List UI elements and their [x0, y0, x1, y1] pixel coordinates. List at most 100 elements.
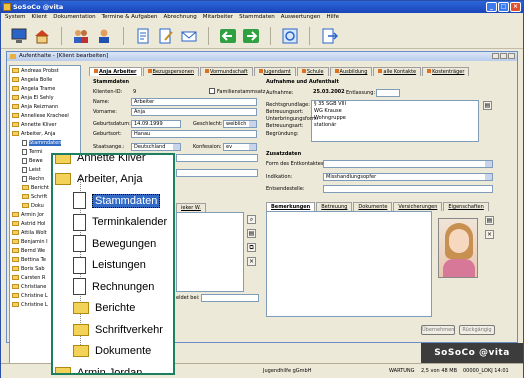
tree-item[interactable]: Stammdaten: [10, 138, 80, 147]
tab-betreuung[interactable]: Betreuung: [316, 202, 353, 211]
back-arrow-icon[interactable]: [218, 26, 238, 46]
familienstammsatz-label: Familienstammsatz: [217, 89, 266, 95]
menu-klient[interactable]: Klient: [32, 14, 48, 22]
tree-item[interactable]: Anja Reizmann: [10, 102, 80, 111]
child-maximize-button[interactable]: [500, 53, 507, 59]
tree-item-label: Astrid Hol: [21, 220, 46, 227]
tab-bemerkungen[interactable]: Bemerkungen: [266, 202, 316, 211]
menu-termine[interactable]: Termine & Aufgaben: [102, 14, 158, 22]
tab-dokumente[interactable]: Dokumente: [353, 202, 393, 211]
tab-kostentraeger[interactable]: Kostenträger: [422, 67, 470, 76]
geschlecht-select[interactable]: weiblich: [223, 120, 257, 128]
extra-field-2[interactable]: [176, 169, 258, 177]
geburtsort-field[interactable]: Hanau: [131, 130, 257, 138]
uebernehmen-button[interactable]: Übernehmen: [421, 325, 455, 335]
tree-item-label: Arbeiter, Anja: [21, 130, 56, 137]
tree-item[interactable]: Anneliese Kracheel: [10, 111, 80, 120]
konfession-select[interactable]: ev: [223, 143, 257, 151]
menu-abrechnung[interactable]: Abrechnung: [164, 14, 197, 22]
menu-system[interactable]: System: [5, 14, 26, 22]
extra-field-1[interactable]: [176, 154, 258, 162]
vorname-field[interactable]: Anja: [131, 108, 257, 116]
search-icon[interactable]: ⌕: [247, 215, 256, 224]
delete-icon[interactable]: ×: [247, 257, 256, 266]
edit-icon[interactable]: [156, 26, 176, 46]
minimize-button[interactable]: _: [486, 2, 497, 12]
zoom-tree-item[interactable]: Annette Kliver: [53, 155, 173, 169]
tab-ausbildung[interactable]: Ausbildung: [329, 67, 373, 76]
child-minimize-button[interactable]: [492, 53, 499, 59]
gemeldet-field[interactable]: [201, 294, 259, 302]
rechtsgrundlage-label: Rechtsgrundlage:: [266, 102, 310, 108]
tree-item-label: Christine L: [21, 301, 48, 308]
zoom-tree-item[interactable]: Dokumente: [53, 341, 173, 363]
zoom-tree-item[interactable]: Armin Jordan: [53, 362, 173, 373]
zoom-tree-item[interactable]: Bewegungen: [53, 233, 173, 255]
maximize-button[interactable]: □: [498, 2, 509, 12]
staff-icon[interactable]: [94, 26, 114, 46]
menu-hilfe[interactable]: Hilfe: [326, 14, 339, 22]
entlassung-field[interactable]: [376, 89, 400, 97]
tree-item[interactable]: Arbeiter, Anja: [10, 129, 80, 138]
tab-lower-left[interactable]: ieker W.: [176, 203, 206, 212]
bemerkungen-textarea[interactable]: [266, 211, 432, 317]
document-icon[interactable]: [133, 26, 153, 46]
menu-auswertungen[interactable]: Auswertungen: [281, 14, 321, 22]
document-icon: [73, 235, 86, 253]
name-field[interactable]: Arbeiter: [131, 98, 257, 106]
tab-alle-kontakte[interactable]: alle Kontakte: [373, 67, 422, 76]
geburtsdatum-field[interactable]: 14.09.1999: [131, 120, 181, 128]
entlass-form-select[interactable]: [323, 160, 493, 168]
indikation-select[interactable]: Misshandlungsopfer: [323, 173, 493, 181]
tree-item[interactable]: Angela Bolle: [10, 75, 80, 84]
tab-anja-arbeiter[interactable]: Anja Arbeiter: [89, 67, 142, 76]
child-close-button[interactable]: [508, 53, 515, 59]
monitor-icon[interactable]: [9, 26, 29, 46]
zoom-tree-item-label: Rechnungen: [92, 280, 155, 293]
document-small-icon[interactable]: ▤: [247, 229, 256, 238]
entlassung-label: Entlassung:: [346, 90, 376, 96]
mail-icon[interactable]: [179, 26, 199, 46]
close-button[interactable]: ×: [510, 2, 521, 12]
forward-arrow-icon[interactable]: [241, 26, 261, 46]
zoom-tree-item[interactable]: Berichte: [53, 298, 173, 320]
tab-vormundschaft[interactable]: Vormundschaft: [200, 67, 253, 76]
users-icon[interactable]: [71, 26, 91, 46]
menu-stammdaten[interactable]: Stammdaten: [239, 14, 275, 22]
zoom-tree-item-label: Dokumente: [95, 345, 152, 358]
home-icon[interactable]: [32, 26, 52, 46]
tree-item-label: Boris Sab: [21, 265, 45, 272]
tab-eigenschaften[interactable]: Eigenschaften: [443, 202, 489, 211]
tab-versicherungen[interactable]: Versicherungen: [393, 202, 443, 211]
tree-item[interactable]: Annette Kliver: [10, 120, 80, 129]
menu-dokumentation[interactable]: Dokumentation: [53, 14, 95, 22]
tree-item[interactable]: Angela Trame: [10, 84, 80, 93]
photo-edit-icon[interactable]: ▤: [485, 216, 494, 225]
photo-delete-icon[interactable]: ×: [485, 230, 494, 239]
tab-bezugspersonen[interactable]: Bezugspersonen: [142, 67, 199, 76]
zoom-tree-item[interactable]: Stammdaten: [53, 190, 173, 212]
zoom-tree-item[interactable]: Schriftverkehr: [53, 319, 173, 341]
zoom-tree-item[interactable]: Leistungen: [53, 255, 173, 277]
zoom-tree-item[interactable]: Arbeiter, Anja: [53, 169, 173, 191]
tab-jugendamt[interactable]: Jugendamt: [253, 67, 296, 76]
tab-schule[interactable]: Schule: [296, 67, 329, 76]
folder-icon: [22, 185, 29, 190]
menu-mitarbeiter[interactable]: Mitarbeiter: [203, 14, 233, 22]
familienstammsatz-checkbox[interactable]: [209, 88, 215, 94]
entsendestelle-field[interactable]: [323, 185, 493, 193]
exit-icon[interactable]: [319, 26, 339, 46]
tree-item[interactable]: Anja El Sehly: [10, 93, 80, 102]
rueckgaengig-button[interactable]: Rückgängig: [459, 325, 495, 335]
lower-left-list[interactable]: [176, 212, 244, 292]
stammdaten-header: Stammdaten: [93, 79, 130, 85]
zoom-tree-item[interactable]: Terminkalender: [53, 212, 173, 234]
copy-icon[interactable]: ⧉: [247, 243, 256, 252]
refresh-icon[interactable]: [280, 26, 300, 46]
zoom-tree-item[interactable]: Rechnungen: [53, 276, 173, 298]
staatsange-select[interactable]: Deutschland: [131, 143, 181, 151]
folder-icon: [73, 302, 89, 315]
aufnahme-edit-icon[interactable]: ▤: [483, 101, 492, 110]
tree-item-label: Christine L: [21, 292, 48, 299]
tree-item[interactable]: Andreas Probst: [10, 66, 80, 75]
